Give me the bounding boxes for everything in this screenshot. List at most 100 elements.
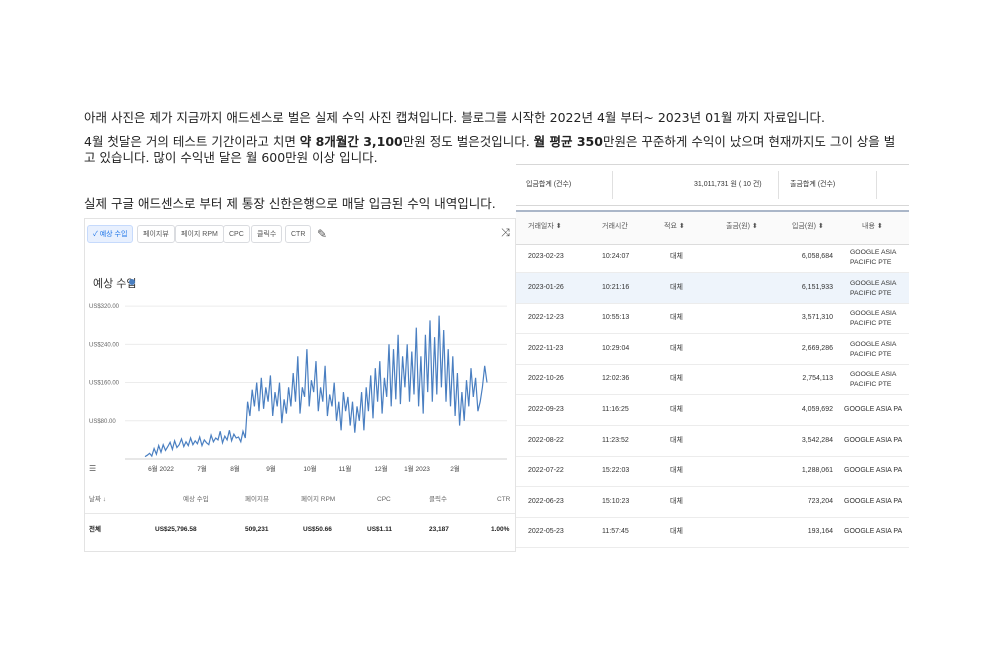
- intro-line-2-c: 만원 정도 벌은것입니다.: [402, 134, 534, 149]
- row-deposit: 1,288,061: [801, 467, 833, 475]
- row-content-line2: PACIFIC PTE: [850, 350, 892, 358]
- series-line-estimated-earnings: [144, 315, 488, 458]
- table-row[interactable]: 2023-02-23 10:24:07 대체 6,058,684 GOOGLE ASIA…: [516, 242, 909, 273]
- row-memo: 대체: [670, 253, 683, 260]
- x-tick-label: 2월: [450, 464, 460, 473]
- y-tick-label: US$320.00: [89, 304, 120, 310]
- tab-estimated-earnings[interactable]: ✓ 예상 수입: [87, 225, 134, 243]
- y-tick-label: US$160.00: [89, 381, 120, 387]
- summary-total-label: 전체: [89, 526, 101, 533]
- row-content-line1: GOOGLE ASIA: [850, 249, 897, 256]
- summary-header-clicks[interactable]: 클릭수: [429, 487, 447, 513]
- table-row[interactable]: 2022-09-23 11:16:25 대체 4,059,692 GOOGLE ASIA…: [516, 395, 909, 426]
- summary-header-ctr[interactable]: CTR: [497, 487, 510, 513]
- row-deposit: 2,754,113: [802, 375, 833, 383]
- x-tick-label: 11월: [339, 464, 352, 473]
- y-tick-label: US$80.00: [89, 419, 116, 425]
- col-withdrawal[interactable]: 출금(원) ⬍: [726, 212, 758, 242]
- earnings-chart-svg: US$320.00 US$240.00 US$160.00 US$80.00 6월 20…: [89, 304, 507, 473]
- row-memo: 대체: [670, 467, 683, 475]
- summary-total-rpm: US$50.66: [303, 526, 332, 533]
- tab-ctr[interactable]: CTR: [285, 225, 312, 243]
- col-deposit[interactable]: 입금(원) ⬍: [792, 212, 824, 242]
- summary-header-cpc[interactable]: CPC: [377, 487, 391, 513]
- tab-page-rpm[interactable]: 페이지 RPM: [175, 225, 224, 243]
- tab-clicks[interactable]: 클릭수: [251, 225, 283, 243]
- row-content-line1: GOOGLE ASIA: [850, 340, 897, 348]
- divider: [612, 171, 613, 199]
- row-content-line2: PACIFIC PTE: [850, 320, 892, 328]
- deposit-total-label: 입금합계 (건수): [526, 181, 572, 188]
- row-content-line2: PACIFIC PTE: [850, 381, 892, 389]
- row-date: 2022-11-23: [528, 344, 564, 352]
- table-row[interactable]: 2022-08-22 11:23:52 대체 3,542,284 GOOGLE ASIA…: [516, 426, 909, 457]
- row-memo: 대체: [670, 283, 683, 291]
- row-date: 2022-10-26: [528, 375, 564, 383]
- pencil-icon[interactable]: ✎: [317, 227, 327, 241]
- x-tick-label: 8월: [230, 464, 240, 473]
- row-date: 2022-12-23: [528, 314, 564, 322]
- summary-total-ctr: 1.00%: [491, 526, 510, 533]
- table-row[interactable]: 2022-11-23 10:29:04 대체 2,669,286 GOOGLE ASIA…: [516, 334, 909, 365]
- row-content: GOOGLE ASIA PA: [844, 528, 903, 536]
- menu-icon[interactable]: ☰: [89, 464, 96, 473]
- row-time: 11:23:52: [602, 436, 629, 444]
- table-row[interactable]: 2022-05-23 11:57:45 대체 193,164 GOOGLE ASIA P…: [516, 517, 909, 549]
- summary-total-cpc: US$1.11: [367, 526, 392, 533]
- intro-line-2: 4월 첫달은 거의 테스트 기간이라고 치면 약 8개월간 3,100만원 정도…: [84, 134, 904, 166]
- summary-total-earnings: US$25,796.58: [155, 526, 197, 533]
- col-date[interactable]: 거래일자 ⬍: [528, 212, 562, 242]
- row-time: 15:22:03: [602, 467, 630, 475]
- row-deposit: 3,571,310: [801, 314, 833, 322]
- row-content: GOOGLE ASIA PACIFIC PTE: [850, 279, 896, 299]
- bank-transactions-panel: 입금합계 (건수) 31,011,731 원 ( 10 건) 출금합계 (건수)…: [516, 164, 909, 550]
- summary-total-pageviews: 509,231: [245, 526, 269, 533]
- row-time: 10:29:04: [602, 344, 630, 352]
- x-tick-label: 9월: [266, 464, 276, 473]
- intro-line-3: 실제 구글 애드센스로 부터 제 통장 신한은행으로 매달 입금된 수익 내역입…: [84, 196, 496, 211]
- row-date: 2022-05-23: [528, 528, 564, 536]
- row-content-line2: PACIFIC PTE: [850, 289, 892, 297]
- summary-header-date[interactable]: 날짜 ↓: [89, 487, 106, 513]
- row-memo: 대체: [670, 314, 683, 322]
- divider: [778, 171, 779, 199]
- row-date: 2023-02-23: [528, 253, 564, 260]
- table-row[interactable]: 2023-01-26 10:21:16 대체 6,151,933 GOOGLE ASIA…: [516, 272, 909, 304]
- row-content: GOOGLE ASIA PACIFIC PTE: [850, 370, 896, 390]
- row-content-line2: PACIFIC PTE: [850, 259, 892, 266]
- summary-header-rpm[interactable]: 페이지 RPM: [301, 487, 335, 513]
- summary-header-earnings[interactable]: 예상 수입: [183, 487, 209, 513]
- row-memo: 대체: [670, 406, 683, 413]
- row-date: 2022-08-22: [528, 436, 564, 444]
- row-content: GOOGLE ASIA PA: [844, 406, 903, 413]
- row-content: GOOGLE ASIA PACIFIC PTE: [850, 309, 896, 329]
- table-row[interactable]: 2022-07-22 15:22:03 대체 1,288,061 GOOGLE ASIA…: [516, 456, 909, 488]
- row-time: 10:21:16: [602, 283, 630, 291]
- row-date: 2022-06-23: [528, 497, 564, 505]
- intro-line-2-b: 약 8개월간 3,100: [299, 134, 403, 149]
- intro-line-1: 아래 사진은 제가 지금까지 애드센스로 벌은 실제 수익 사진 캡쳐입니다. …: [84, 110, 825, 125]
- col-time[interactable]: 거래시간: [602, 212, 628, 242]
- withdrawal-total-label: 출금합계 (건수): [790, 181, 836, 188]
- summary-header-row: 날짜 ↓ 예상 수입 페이지뷰 페이지 RPM CPC 클릭수 CTR: [85, 487, 515, 514]
- summary-header-pageviews[interactable]: 페이지뷰: [245, 487, 269, 513]
- compare-icon[interactable]: ⤨: [501, 227, 510, 240]
- tab-cpc[interactable]: CPC: [223, 225, 250, 243]
- row-content: GOOGLE ASIA PACIFIC PTE: [850, 248, 896, 268]
- tab-pageviews[interactable]: 페이지뷰: [137, 225, 175, 243]
- row-content: GOOGLE ASIA PACIFIC PTE: [850, 340, 896, 360]
- col-memo[interactable]: 적요 ⬍: [664, 212, 685, 242]
- table-row[interactable]: 2022-10-26 12:02:36 대체 2,754,113 GOOGLE ASIA…: [516, 364, 909, 396]
- row-content-line1: GOOGLE ASIA: [850, 310, 897, 318]
- row-deposit: 193,164: [807, 528, 833, 536]
- adsense-report-panel: ✓ 예상 수입 페이지뷰 페이지 RPM CPC 클릭수 CTR ✎ ⤨ 예상 …: [84, 218, 516, 552]
- x-tick-label: 1월 2023: [404, 464, 430, 473]
- row-memo: 대체: [670, 436, 683, 444]
- metric-tabs: ✓ 예상 수입 페이지뷰 페이지 RPM CPC 클릭수 CTR ✎ ⤨: [85, 219, 515, 249]
- table-row[interactable]: 2022-06-23 15:10:23 대체 723,204 GOOGLE ASIA P…: [516, 487, 909, 518]
- row-date: 2022-07-22: [528, 467, 564, 475]
- row-time: 10:55:13: [602, 314, 630, 322]
- row-content: GOOGLE ASIA PA: [844, 497, 903, 505]
- table-row[interactable]: 2022-12-23 10:55:13 대체 3,571,310 GOOGLE ASIA…: [516, 303, 909, 335]
- col-content[interactable]: 내용 ⬍: [862, 212, 883, 242]
